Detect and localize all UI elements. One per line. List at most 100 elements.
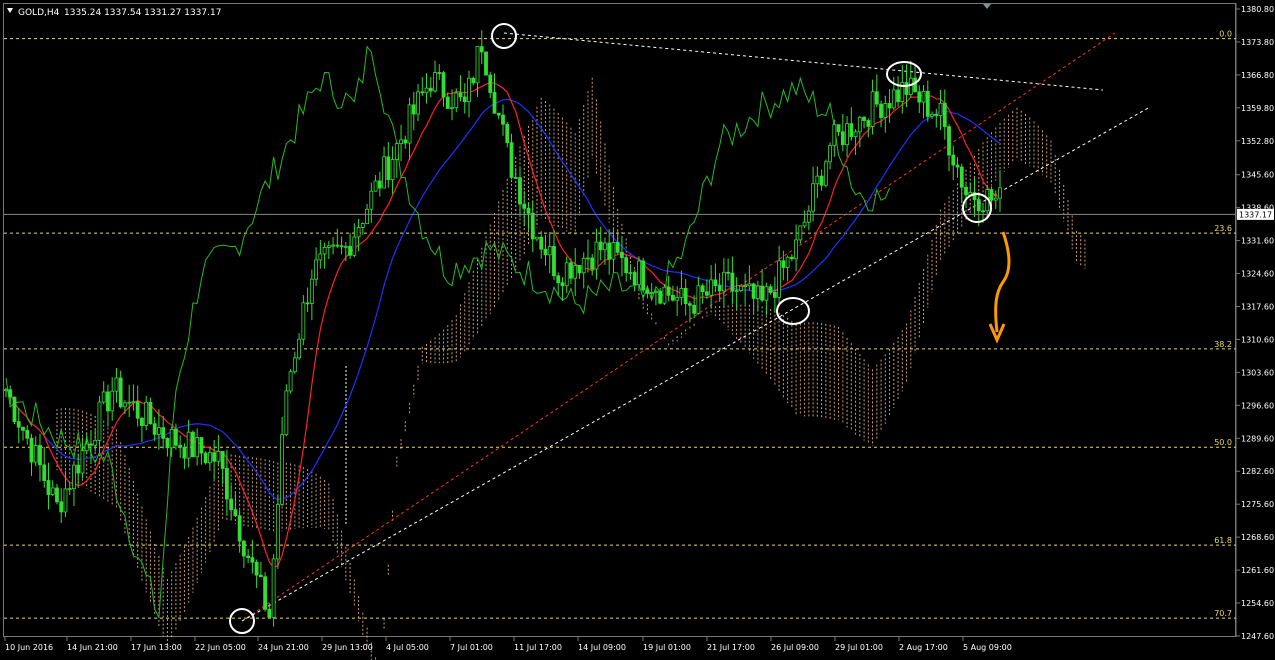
candle-body [879, 103, 883, 118]
candle-body [849, 123, 854, 138]
candle-body [564, 262, 569, 287]
candle-body [471, 77, 476, 84]
candle-body [233, 509, 238, 517]
candle-body [101, 391, 106, 403]
time-tick-label: 21 Jul 17:00 [707, 643, 755, 652]
candle-body [777, 260, 782, 298]
candle-body [318, 253, 323, 261]
candle-body [866, 120, 871, 127]
candle-body [394, 143, 399, 160]
candle-body [450, 107, 454, 110]
candle-body [692, 304, 697, 314]
price-tick-label: 1268.60 [1241, 533, 1274, 542]
candle-body [4, 389, 8, 392]
candle-body [620, 251, 624, 259]
candle-body [581, 257, 586, 274]
price-tick-label: 1352.80 [1241, 137, 1274, 146]
price-tick-label: 1275.60 [1241, 500, 1274, 509]
candle-body [760, 285, 765, 301]
candle-body [212, 452, 217, 462]
candle-body [8, 389, 13, 398]
candle-body [794, 239, 799, 260]
time-tick-label: 24 Jun 21:00 [258, 643, 309, 652]
candle-body [97, 401, 102, 441]
price-tick-label: 1261.60 [1241, 566, 1274, 575]
candle-body [874, 91, 879, 105]
time-tick-label: 14 Jun 21:00 [67, 643, 118, 652]
candle-body [458, 92, 463, 98]
candle-body [993, 197, 998, 201]
candle-body [522, 203, 527, 209]
candle-body [314, 259, 318, 280]
candle-body [216, 451, 221, 462]
candle-body [772, 292, 777, 298]
candle-body [135, 401, 140, 419]
candle-body [280, 434, 285, 505]
candle-body [586, 257, 590, 260]
price-tick-label: 1359.80 [1241, 104, 1274, 113]
annotation-circles [229, 23, 992, 634]
candle-body [67, 488, 72, 490]
candle-body [254, 561, 259, 576]
triangle-down-icon[interactable] [7, 8, 13, 13]
time-tick-label: 5 Aug 09:00 [963, 643, 1012, 652]
fib-level-label: 61.8 [1214, 536, 1232, 545]
candle-body [603, 242, 607, 251]
candle-body [789, 256, 794, 260]
candle-body [569, 262, 573, 279]
price-tick-label: 1324.60 [1241, 270, 1274, 279]
candle-body [641, 260, 646, 291]
candle-body [331, 244, 335, 247]
candle-body [747, 283, 752, 287]
candle-body [734, 290, 739, 292]
price-tick-label: 1345.60 [1241, 171, 1274, 180]
candle-body [704, 291, 709, 296]
candle-body [781, 260, 786, 268]
candle-body [246, 555, 251, 558]
candle-body [224, 468, 229, 500]
candle-body [169, 428, 174, 449]
candle-body [768, 286, 773, 293]
candle-body [947, 126, 951, 156]
candle-body [305, 302, 310, 305]
time-tick-label: 10 Jun 2016 [5, 643, 53, 652]
candle-body [390, 159, 395, 181]
candle-body [645, 289, 650, 294]
candle-body [80, 450, 85, 474]
candle-body [433, 72, 437, 92]
time-tick-label: 26 Jul 09:00 [771, 643, 819, 652]
candle-body [798, 225, 803, 241]
price-chart[interactable]: 0.0 23.6 38.2 50.0 61.8 70.7 GOLD,H4 1335.24 … [0, 0, 1275, 660]
candle-body [148, 401, 153, 425]
candle-body [284, 390, 289, 436]
fib-level-label: 38.2 [1214, 340, 1232, 349]
candle-body [424, 87, 429, 94]
candle-body [365, 208, 369, 225]
candle-body [887, 103, 892, 109]
candle-body [535, 236, 539, 240]
candle-body [403, 139, 408, 144]
candle-body [696, 285, 701, 314]
candle-body [399, 139, 403, 145]
candle-body [437, 72, 442, 74]
candle-body [891, 89, 896, 109]
candle-body [335, 244, 340, 247]
candle-body [883, 103, 888, 118]
candle-body [764, 286, 769, 301]
price-axis: 1380.80 1373.80 1366.80 1359.80 1352.80 1345.… [1236, 5, 1274, 641]
candle-body [110, 390, 115, 412]
candle-body [475, 46, 480, 84]
circle-marker-icon [491, 23, 517, 49]
candle-body [157, 427, 161, 435]
price-tick-label: 1310.60 [1241, 335, 1274, 344]
candle-body [309, 278, 314, 304]
fib-level-label: 0.0 [1219, 30, 1232, 39]
candle-body [989, 189, 994, 201]
candle-body [348, 245, 352, 256]
candle-body [530, 212, 535, 240]
candle-body [220, 451, 225, 469]
candle-body [161, 427, 166, 439]
candle-body [955, 164, 960, 168]
price-tick-label: 1289.60 [1241, 434, 1274, 443]
candle-body [33, 445, 38, 463]
